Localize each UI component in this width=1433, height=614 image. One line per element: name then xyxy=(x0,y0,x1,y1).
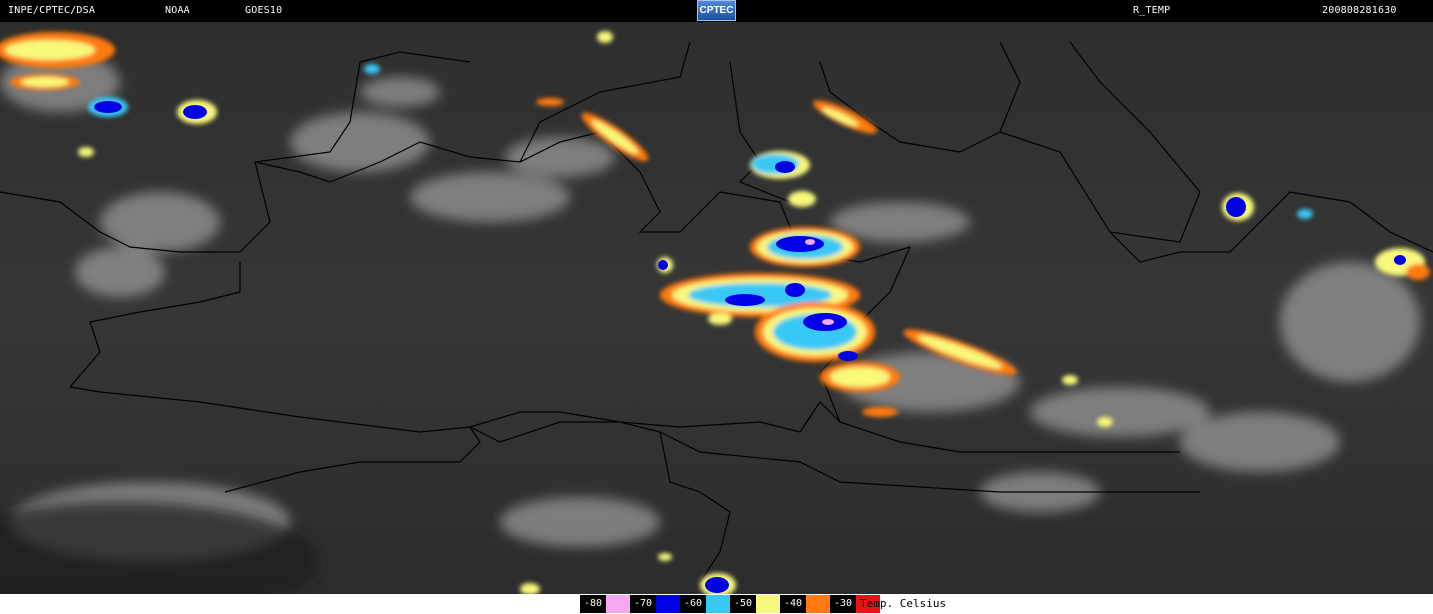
datetime-label: 200808281630 xyxy=(1322,5,1397,16)
header-bar: INPE/CPTEC/DSA NOAA GOES10 CPTEC R_TEMP … xyxy=(0,0,1433,22)
legend-swatch xyxy=(706,595,730,613)
legend-unit: Temp. Celsius xyxy=(860,597,947,610)
cptec-logo: CPTEC xyxy=(697,0,736,21)
legend-label: -30 xyxy=(830,595,856,613)
legend-label: -60 xyxy=(680,595,706,613)
agency-label: NOAA xyxy=(165,5,190,16)
satellite-svg xyxy=(0,22,1433,594)
product-label: R_TEMP xyxy=(1133,5,1171,16)
legend-label: -50 xyxy=(730,595,756,613)
legend-swatch xyxy=(756,595,780,613)
legend-swatch xyxy=(606,595,630,613)
satellite-label: GOES10 xyxy=(245,5,283,16)
legend-swatch xyxy=(806,595,830,613)
satellite-image xyxy=(0,22,1433,594)
temperature-legend: -80 -70 -60 -50 -40 -30 Temp. Celsius xyxy=(0,594,1433,614)
legend-swatch xyxy=(656,595,680,613)
legend-label: -40 xyxy=(780,595,806,613)
legend-label: -70 xyxy=(630,595,656,613)
legend-label: -80 xyxy=(580,595,606,613)
source-label: INPE/CPTEC/DSA xyxy=(8,5,96,16)
